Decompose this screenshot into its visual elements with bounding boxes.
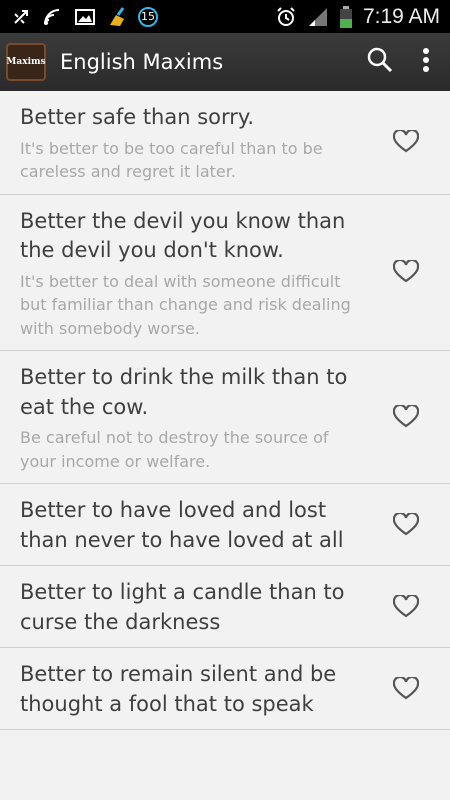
status-clock: 7:19 AM: [362, 4, 440, 28]
list-item[interactable]: Better to remain silent and be thought a…: [0, 648, 450, 730]
image-icon: [74, 7, 96, 27]
maxim-title: Better to have loved and lost than never…: [20, 498, 344, 552]
favorite-heart-icon[interactable]: [392, 511, 420, 539]
notification-count-badge: 15: [138, 6, 158, 27]
app-logo-text: Maxims: [6, 57, 46, 67]
wifi-signal-icon: [42, 7, 64, 27]
cell-signal-icon: [307, 6, 329, 28]
status-bar: 15 7:19 AM: [0, 0, 450, 33]
list-item[interactable]: Better to light a candle than to curse t…: [0, 566, 450, 648]
maxim-title: Better safe than sorry.: [20, 105, 255, 129]
favorite-heart-icon[interactable]: [392, 403, 420, 431]
maxim-list: Better safe than sorry. It's better to b…: [0, 91, 450, 730]
usb-icon: [12, 7, 32, 27]
maxim-description: Be careful not to destroy the source of …: [20, 428, 329, 471]
maxim-description: It's better to be too careful than to be…: [20, 138, 323, 182]
list-item[interactable]: Better safe than sorry. It's better to b…: [0, 91, 450, 195]
search-button[interactable]: [358, 33, 402, 91]
action-bar: Maxims English Maxims: [0, 33, 450, 91]
more-vertical-icon: [422, 47, 430, 77]
cleaner-broom-icon: [106, 6, 128, 28]
maxim-description: It's better to deal with someone difficu…: [20, 271, 351, 338]
favorite-heart-icon[interactable]: [392, 593, 420, 621]
alarm-icon: [275, 6, 297, 28]
maxim-title: Better to drink the milk than to eat the…: [20, 365, 348, 419]
maxim-title: Better to remain silent and be thought a…: [20, 662, 337, 716]
notification-icons: 15: [12, 6, 158, 28]
system-icons: 7:19 AM: [275, 5, 440, 29]
favorite-heart-icon[interactable]: [392, 258, 420, 286]
favorite-heart-icon[interactable]: [392, 675, 420, 703]
list-item[interactable]: Better the devil you know than the devil…: [0, 195, 450, 351]
app-logo[interactable]: Maxims: [6, 43, 46, 81]
battery-icon: [339, 5, 353, 29]
favorite-heart-icon[interactable]: [392, 128, 420, 156]
overflow-menu-button[interactable]: [402, 33, 450, 91]
list-item[interactable]: Better to have loved and lost than never…: [0, 484, 450, 566]
list-item[interactable]: Better to drink the milk than to eat the…: [0, 351, 450, 484]
maxim-title: Better to light a candle than to curse t…: [20, 580, 345, 634]
search-icon: [366, 46, 394, 78]
maxim-title: Better the devil you know than the devil…: [20, 208, 346, 263]
app-title: English Maxims: [60, 50, 224, 74]
